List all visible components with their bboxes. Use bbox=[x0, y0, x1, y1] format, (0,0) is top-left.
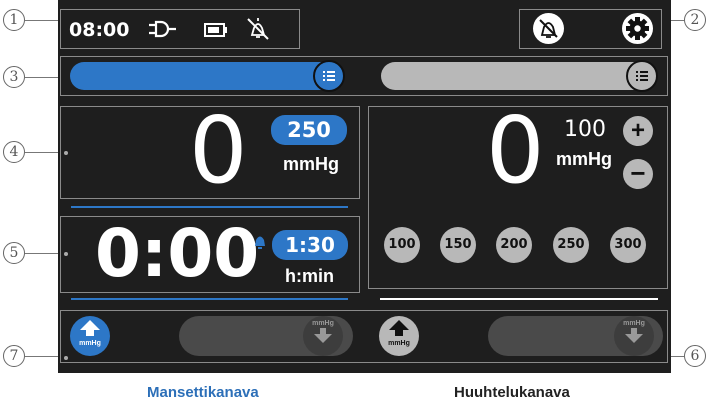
preset-button[interactable]: 250 bbox=[553, 227, 589, 263]
preset-button[interactable]: 200 bbox=[496, 227, 532, 263]
callout-2: 2 bbox=[684, 9, 706, 31]
callout-7: 7 bbox=[3, 345, 25, 367]
list-icon bbox=[323, 71, 335, 81]
alarm-mute-icon bbox=[539, 19, 558, 38]
cuff-target-pressure[interactable]: 250 bbox=[271, 115, 347, 145]
callout-3: 3 bbox=[3, 66, 25, 88]
list-icon bbox=[636, 71, 648, 81]
plug-icon bbox=[147, 19, 177, 44]
minus-icon: − bbox=[630, 158, 646, 188]
cuff-inflate-label: mmHg bbox=[79, 340, 101, 347]
deflation-pressure-value: 0 bbox=[486, 97, 545, 204]
deflation-channel-bar[interactable] bbox=[381, 62, 651, 90]
arrow-down-icon bbox=[625, 328, 643, 343]
plus-icon: + bbox=[630, 117, 645, 144]
preset-button[interactable]: 150 bbox=[440, 227, 476, 263]
preset-button[interactable]: 100 bbox=[384, 227, 420, 263]
cuff-timer-panel[interactable]: 0:00 1:30 h:min bbox=[60, 216, 360, 293]
decrease-button[interactable]: − bbox=[623, 159, 653, 189]
cuff-timer-divider bbox=[71, 298, 348, 300]
cuff-inflate-button[interactable]: mmHg bbox=[70, 316, 110, 356]
cuff-menu-button[interactable] bbox=[313, 60, 345, 92]
clock: 08:00 bbox=[69, 19, 130, 41]
top-right-buttons bbox=[519, 9, 662, 49]
cuff-channel-bar[interactable] bbox=[70, 62, 340, 90]
arrow-up-icon bbox=[389, 320, 409, 336]
status-bar: 08:00 bbox=[60, 9, 300, 49]
alarm-mute-button[interactable] bbox=[533, 13, 564, 44]
bottom-controls: mmHg mmHg mmHg mmHg bbox=[60, 310, 668, 363]
settings-button[interactable] bbox=[622, 13, 653, 44]
cuff-pressure-panel[interactable]: 0 250 mmHg bbox=[60, 97, 360, 204]
cuff-deflate-knob[interactable]: mmHg bbox=[303, 316, 343, 356]
bell-icon bbox=[253, 234, 267, 255]
deflation-slider-label: mmHg bbox=[623, 320, 645, 327]
deflation-deflate-knob[interactable]: mmHg bbox=[614, 316, 654, 356]
cuff-channel-caption: Mansettikanava bbox=[147, 384, 259, 401]
gear-icon bbox=[626, 17, 649, 40]
deflation-pressure-panel[interactable]: 0 100 mmHg + − 100 150 200 250 300 bbox=[368, 97, 668, 289]
callout-5: 5 bbox=[3, 242, 25, 264]
deflation-inflate-button[interactable]: mmHg bbox=[379, 316, 419, 356]
deflation-channel-caption: Huuhtelukanava bbox=[454, 384, 570, 401]
channel-bar-row bbox=[60, 56, 668, 96]
cuff-timer-unit: h:min bbox=[285, 266, 334, 286]
cuff-pressure-value: 0 bbox=[189, 97, 248, 204]
arrow-up-icon bbox=[80, 320, 100, 336]
deflation-divider bbox=[380, 298, 658, 300]
deflation-menu-button[interactable] bbox=[626, 60, 658, 92]
callout-6: 6 bbox=[684, 345, 706, 367]
deflation-pressure-unit: mmHg bbox=[556, 149, 613, 169]
battery-icon bbox=[204, 22, 228, 43]
preset-button[interactable]: 300 bbox=[610, 227, 646, 263]
arrow-down-icon bbox=[314, 328, 332, 343]
deflation-target-pressure: 100 bbox=[564, 117, 606, 142]
callout-4: 4 bbox=[3, 141, 25, 163]
deflation-inflate-label: mmHg bbox=[388, 340, 410, 347]
device-screen: 08:00 0 250 mmHg 0:00 1:30 h:min 0 100 m… bbox=[58, 0, 671, 373]
cuff-pressure-unit: mmHg bbox=[283, 154, 340, 174]
callout-1: 1 bbox=[3, 9, 25, 31]
cuff-slider-label: mmHg bbox=[312, 320, 334, 327]
increase-button[interactable]: + bbox=[623, 116, 653, 146]
cuff-timer-target[interactable]: 1:30 bbox=[272, 230, 348, 260]
alarm-mute-icon bbox=[245, 16, 271, 47]
cuff-timer-value: 0:00 bbox=[95, 215, 260, 292]
cuff-pressure-divider bbox=[71, 206, 348, 208]
